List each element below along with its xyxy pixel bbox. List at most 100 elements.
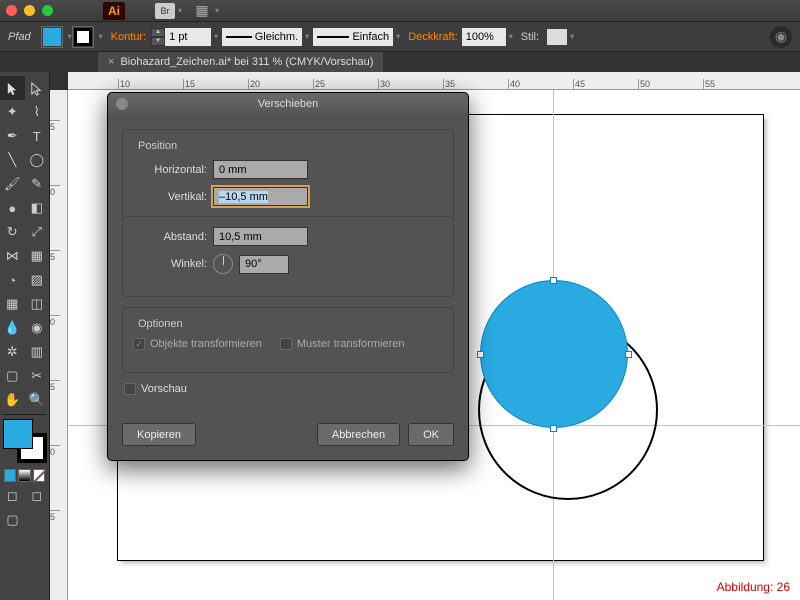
vertical-label: Vertikal: — [133, 191, 207, 203]
chevron-down-icon[interactable]: ▾ — [215, 6, 219, 15]
anchor-point[interactable] — [551, 278, 556, 283]
style-label: Stil: — [521, 31, 539, 43]
slice-tool[interactable]: ✂ — [25, 364, 50, 388]
gradient-mode[interactable] — [18, 469, 30, 482]
document-tabs: × Biohazard_Zeichen.ai* bei 311 % (CMYK/… — [0, 52, 800, 72]
blob-brush-tool[interactable]: ● — [0, 196, 25, 220]
preview-label: Vorschau — [141, 383, 187, 395]
stroke-profile[interactable]: Gleichm. — [222, 28, 302, 46]
tab-label: Biohazard_Zeichen.ai* bei 311 % (CMYK/Vo… — [120, 56, 373, 68]
distance-input[interactable]: 10,5 mm — [213, 227, 308, 246]
brush-definition[interactable]: Einfach — [313, 28, 393, 46]
opacity-label: Deckkraft: — [408, 31, 458, 43]
chevron-down-icon[interactable]: ▾ — [178, 6, 182, 15]
paintbrush-tool[interactable]: 🖌 — [0, 172, 25, 196]
anchor-point[interactable] — [551, 426, 556, 431]
tool-panel: ✦⌇ ✒T ╲◯ 🖌✎ ●◧ ↻⤢ ⋈▦ ◔▨ ▦◫ 💧◉ ✲▥ ▢✂ ✋🔍 ◻… — [0, 72, 50, 600]
circle-selected[interactable] — [480, 280, 628, 428]
chevron-down-icon[interactable]: ▾ — [396, 32, 400, 41]
pen-tool[interactable]: ✒ — [0, 124, 25, 148]
magic-wand-tool[interactable]: ✦ — [0, 100, 25, 124]
kontur-label: Kontur: — [111, 31, 146, 43]
chevron-down-icon[interactable]: ▾ — [509, 32, 513, 41]
anchor-point[interactable] — [478, 352, 483, 357]
blend-tool[interactable]: ◉ — [25, 316, 50, 340]
zoom-window[interactable] — [42, 5, 53, 16]
ok-button[interactable]: OK — [408, 423, 454, 446]
screen-mode[interactable]: ▢ — [0, 508, 25, 532]
gradient-tool[interactable]: ◫ — [25, 292, 50, 316]
fill-box[interactable] — [3, 419, 33, 449]
lasso-tool[interactable]: ⌇ — [25, 100, 50, 124]
style-swatch[interactable] — [547, 29, 567, 45]
bridge-icon[interactable]: Br — [155, 3, 175, 19]
dialog-close-icon[interactable] — [116, 98, 128, 110]
shape-builder-tool[interactable]: ◔ — [0, 268, 25, 292]
control-bar: Pfad ▾ ▾ Kontur: ▲▼ 1 pt ▾ Gleichm. ▾ Ei… — [0, 22, 800, 52]
rotate-tool[interactable]: ↻ — [0, 220, 25, 244]
scale-tool[interactable]: ⤢ — [25, 220, 50, 244]
dialog-titlebar[interactable]: Verschieben — [108, 93, 468, 115]
selection-tool[interactable] — [0, 76, 25, 100]
stroke-weight-input[interactable]: 1 pt — [165, 28, 211, 46]
zoom-tool[interactable]: 🔍 — [25, 388, 50, 412]
anchor-point[interactable] — [626, 352, 631, 357]
chevron-down-icon[interactable]: ▾ — [570, 32, 574, 41]
horizontal-input[interactable]: 0 mm — [213, 160, 308, 179]
perspective-tool[interactable]: ▨ — [25, 268, 50, 292]
transform-objects-checkbox: ✓ — [133, 338, 145, 350]
artboard-tool[interactable]: ▢ — [0, 364, 25, 388]
line-tool[interactable]: ╲ — [0, 148, 25, 172]
angle-dial-icon[interactable] — [213, 254, 233, 274]
copy-button[interactable]: Kopieren — [122, 423, 196, 446]
app-icon: Ai — [103, 2, 125, 20]
fill-stroke-indicator[interactable] — [3, 419, 47, 463]
dialog-title: Verschieben — [258, 98, 319, 110]
distance-label: Abstand: — [133, 231, 207, 243]
none-mode[interactable] — [33, 469, 45, 482]
type-tool[interactable]: T — [25, 124, 50, 148]
free-transform-tool[interactable]: ▦ — [25, 244, 50, 268]
options-legend: Optionen — [135, 318, 186, 330]
opacity-input[interactable]: 100% — [462, 28, 506, 46]
draw-behind[interactable]: ◻ — [25, 484, 50, 508]
horizontal-label: Horizontal: — [133, 164, 207, 176]
stroke-swatch[interactable] — [72, 26, 94, 48]
ruler-vertical: 5 0 5 0 5 0 5 — [50, 90, 68, 600]
chevron-down-icon[interactable]: ▾ — [305, 32, 309, 41]
pencil-tool[interactable]: ✎ — [25, 172, 50, 196]
close-window[interactable] — [6, 5, 17, 16]
angle-label: Winkel: — [133, 258, 207, 270]
stroke-weight-stepper[interactable]: ▲▼ — [151, 28, 165, 46]
document-setup-icon[interactable]: ◉ — [770, 26, 792, 48]
window-titlebar: Ai Br ▾ ▦ ▾ — [0, 0, 800, 22]
symbol-sprayer-tool[interactable]: ✲ — [0, 340, 25, 364]
draw-normal[interactable]: ◻ — [0, 484, 25, 508]
document-tab[interactable]: × Biohazard_Zeichen.ai* bei 311 % (CMYK/… — [98, 52, 383, 72]
transform-patterns-checkbox — [280, 338, 292, 350]
ellipse-tool[interactable]: ◯ — [25, 148, 50, 172]
selection-type-label: Pfad — [8, 31, 31, 43]
eraser-tool[interactable]: ◧ — [25, 196, 50, 220]
eyedropper-tool[interactable]: 💧 — [0, 316, 25, 340]
traffic-lights — [6, 5, 53, 16]
cancel-button[interactable]: Abbrechen — [317, 423, 400, 446]
angle-input[interactable]: 90° — [239, 255, 289, 274]
transform-patterns-label: Muster transformieren — [297, 338, 405, 350]
arrange-icon[interactable]: ▦ — [192, 3, 212, 19]
hand-tool[interactable]: ✋ — [0, 388, 25, 412]
color-mode[interactable] — [4, 469, 16, 482]
direct-selection-tool[interactable] — [25, 76, 50, 100]
chevron-down-icon[interactable]: ▾ — [214, 32, 218, 41]
width-tool[interactable]: ⋈ — [0, 244, 25, 268]
close-tab-icon[interactable]: × — [108, 56, 114, 68]
preview-checkbox[interactable] — [124, 383, 136, 395]
fill-swatch[interactable] — [41, 26, 63, 48]
chevron-down-icon[interactable]: ▾ — [99, 32, 103, 41]
move-dialog: Verschieben Position Horizontal: 0 mm Ve… — [107, 92, 469, 461]
vertical-input[interactable]: –10,5 mm — [213, 187, 308, 206]
graph-tool[interactable]: ▥ — [25, 340, 50, 364]
mesh-tool[interactable]: ▦ — [0, 292, 25, 316]
minimize-window[interactable] — [24, 5, 35, 16]
ruler-horizontal: 10 15 20 25 30 35 40 45 50 55 — [68, 72, 800, 90]
